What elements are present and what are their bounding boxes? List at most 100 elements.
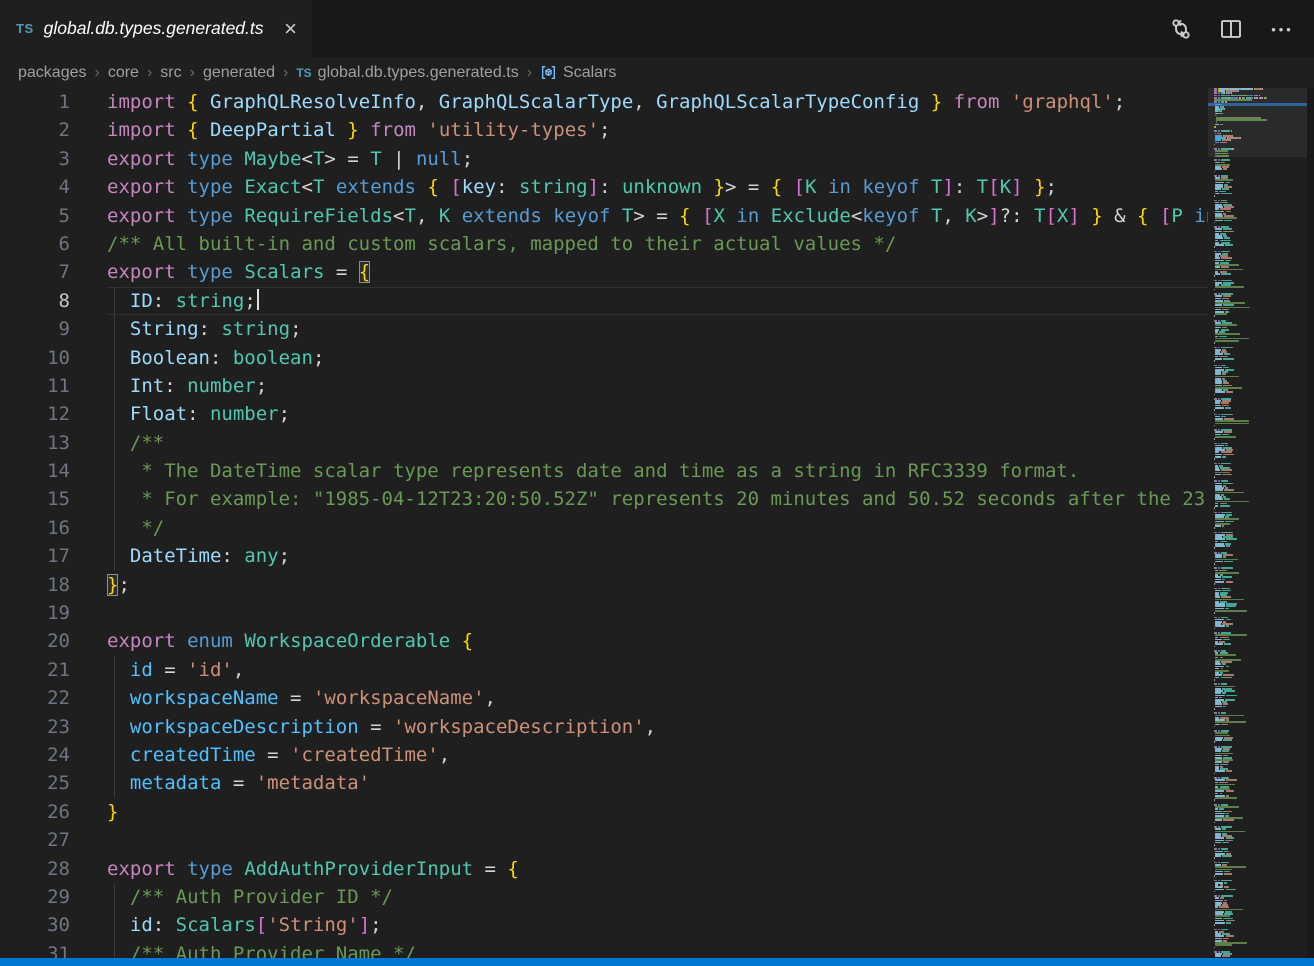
minimap-row bbox=[1215, 545, 1225, 547]
open-changes-button[interactable] bbox=[1168, 16, 1194, 42]
line-number[interactable]: 27 bbox=[0, 826, 70, 854]
code-token: { bbox=[187, 119, 198, 141]
code-line[interactable]: 23 workspaceDescription = 'workspaceDesc… bbox=[0, 713, 1208, 741]
minimap-row bbox=[1215, 373, 1221, 375]
line-number[interactable]: 10 bbox=[0, 344, 70, 372]
code-line[interactable]: 15 * For example: "1985-04-12T23:20:50.5… bbox=[0, 485, 1208, 513]
code-token bbox=[691, 205, 702, 227]
line-number[interactable]: 15 bbox=[0, 485, 70, 513]
code-line[interactable]: 14 * The DateTime scalar type represents… bbox=[0, 457, 1208, 485]
code-line[interactable]: 9 String: string; bbox=[0, 315, 1208, 343]
code-line[interactable]: 22 workspaceName = 'workspaceName', bbox=[0, 684, 1208, 712]
minimap-row bbox=[1214, 679, 1215, 681]
code-line[interactable]: 21 id = 'id', bbox=[0, 656, 1208, 684]
line-number[interactable]: 2 bbox=[0, 116, 70, 144]
more-actions-button[interactable] bbox=[1268, 16, 1294, 42]
line-number[interactable]: 20 bbox=[0, 627, 70, 655]
minimap-row bbox=[1218, 567, 1220, 569]
breadcrumb-item[interactable]: packages bbox=[18, 64, 87, 82]
code-line-content: id: Scalars['String']; bbox=[107, 911, 1208, 939]
code-token: ; bbox=[118, 574, 129, 596]
line-number[interactable]: 28 bbox=[0, 855, 70, 883]
code-line[interactable]: 18}; bbox=[0, 571, 1208, 599]
line-number[interactable]: 16 bbox=[0, 514, 70, 542]
line-number[interactable]: 19 bbox=[0, 599, 70, 627]
minimap-row bbox=[1215, 581, 1224, 583]
code-line[interactable]: 24 createdTime = 'createdTime', bbox=[0, 741, 1208, 769]
minimap[interactable] bbox=[1208, 88, 1314, 958]
breadcrumb-item[interactable]: src bbox=[160, 64, 181, 82]
line-number[interactable]: 21 bbox=[0, 656, 70, 684]
line-number[interactable]: 23 bbox=[0, 713, 70, 741]
minimap-row bbox=[1222, 692, 1226, 694]
code-line[interactable]: 5export type RequireFields<T, K extends … bbox=[0, 202, 1208, 230]
line-number[interactable]: 5 bbox=[0, 202, 70, 230]
code-line[interactable]: 7export type Scalars = { bbox=[0, 258, 1208, 286]
code-token: ; bbox=[462, 148, 473, 170]
code-line[interactable]: 3export type Maybe<T> = T | null; bbox=[0, 145, 1208, 173]
line-number[interactable]: 30 bbox=[0, 911, 70, 939]
code-line[interactable]: 27 bbox=[0, 826, 1208, 854]
code-line[interactable]: 19 bbox=[0, 599, 1208, 627]
code-token bbox=[919, 91, 930, 113]
line-number[interactable]: 12 bbox=[0, 400, 70, 428]
minimap-row bbox=[1214, 438, 1215, 440]
close-icon[interactable]: × bbox=[279, 19, 302, 39]
breadcrumb-item[interactable]: core bbox=[108, 64, 139, 82]
code-line[interactable]: 10 Boolean: boolean; bbox=[0, 344, 1208, 372]
line-number[interactable]: 13 bbox=[0, 429, 70, 457]
line-number[interactable]: 17 bbox=[0, 542, 70, 570]
line-number[interactable]: 9 bbox=[0, 315, 70, 343]
code-line[interactable]: 20export enum WorkspaceOrderable { bbox=[0, 627, 1208, 655]
line-number[interactable]: 3 bbox=[0, 145, 70, 173]
code-line[interactable]: 29 /** Auth Provider ID */ bbox=[0, 883, 1208, 911]
minimap-row bbox=[1214, 425, 1215, 427]
minimap-edge bbox=[1307, 88, 1314, 958]
code-line[interactable]: 12 Float: number; bbox=[0, 400, 1208, 428]
code-token: | bbox=[382, 148, 416, 170]
code-line[interactable]: 17 DateTime: any; bbox=[0, 542, 1208, 570]
line-number[interactable]: 6 bbox=[0, 230, 70, 258]
breadcrumb-item[interactable]: TSglobal.db.types.generated.ts bbox=[296, 64, 518, 82]
split-editor-button[interactable] bbox=[1218, 16, 1244, 42]
minimap-slider[interactable] bbox=[1208, 88, 1307, 157]
breadcrumb-separator: › bbox=[190, 64, 195, 82]
line-number[interactable]: 26 bbox=[0, 798, 70, 826]
code-token: } bbox=[1034, 176, 1045, 198]
code-line[interactable]: 25 metadata = 'metadata' bbox=[0, 769, 1208, 797]
line-number[interactable]: 29 bbox=[0, 883, 70, 911]
breadcrumb-item[interactable]: generated bbox=[203, 64, 275, 82]
line-number[interactable]: 11 bbox=[0, 372, 70, 400]
code-line[interactable]: 13 /** bbox=[0, 429, 1208, 457]
line-number[interactable]: 14 bbox=[0, 457, 70, 485]
breadcrumb-item[interactable]: Scalars bbox=[540, 64, 616, 82]
line-number[interactable]: 31 bbox=[0, 940, 70, 958]
line-number[interactable]: 24 bbox=[0, 741, 70, 769]
code-line[interactable]: 4export type Exact<T extends { [key: str… bbox=[0, 173, 1208, 201]
line-number[interactable]: 7 bbox=[0, 258, 70, 286]
line-number[interactable]: 22 bbox=[0, 684, 70, 712]
code-line[interactable]: 1import { GraphQLResolveInfo, GraphQLSca… bbox=[0, 88, 1208, 116]
line-number[interactable]: 4 bbox=[0, 173, 70, 201]
code-line[interactable]: 30 id: Scalars['String']; bbox=[0, 911, 1208, 939]
minimap-row bbox=[1215, 340, 1239, 342]
minimap-row bbox=[1214, 799, 1215, 801]
code-line[interactable]: 8 ID: string; bbox=[0, 287, 1208, 315]
code-line[interactable]: 6/** All built-in and custom scalars, ma… bbox=[0, 230, 1208, 258]
code-token: { bbox=[679, 205, 690, 227]
code-line[interactable]: 16 */ bbox=[0, 514, 1208, 542]
minimap-row bbox=[1215, 423, 1249, 425]
code-line[interactable]: 11 Int: number; bbox=[0, 372, 1208, 400]
code-line[interactable]: 31 /** Auth Provider Name */ bbox=[0, 940, 1208, 958]
line-number[interactable]: 1 bbox=[0, 88, 70, 116]
code-token: createdTime bbox=[130, 744, 256, 766]
code-line[interactable]: 26} bbox=[0, 798, 1208, 826]
code-token bbox=[176, 148, 187, 170]
tab-global-db-types-generated[interactable]: TS global.db.types.generated.ts × bbox=[0, 0, 312, 57]
code-line[interactable]: 28export type AddAuthProviderInput = { bbox=[0, 855, 1208, 883]
line-number[interactable]: 8 bbox=[0, 287, 70, 315]
line-number[interactable]: 18 bbox=[0, 571, 70, 599]
code-token bbox=[107, 659, 130, 681]
code-line[interactable]: 2import { DeepPartial } from 'utility-ty… bbox=[0, 116, 1208, 144]
line-number[interactable]: 25 bbox=[0, 769, 70, 797]
